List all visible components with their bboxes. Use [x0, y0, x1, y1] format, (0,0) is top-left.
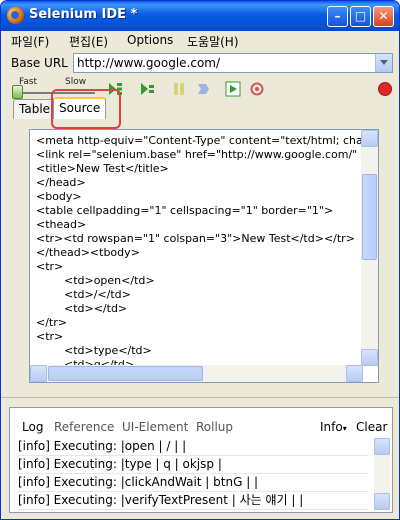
url-dropdown-button[interactable]: [375, 54, 392, 72]
horizontal-scroll-thumb[interactable]: [48, 366, 203, 381]
menu-bar: 파일(F) 편집(E) Options 도움말(H): [1, 31, 399, 51]
code-line: </tr>: [36, 316, 67, 329]
code-line: <tr>: [36, 260, 64, 273]
minimize-button[interactable]: –: [327, 6, 348, 27]
step-icon[interactable]: [195, 81, 211, 97]
log-line: [info] Executing: |type | q | okjsp |: [18, 456, 368, 474]
log-scroll-down-icon[interactable]: [374, 493, 390, 510]
code-line: <tr>: [36, 330, 64, 343]
base-url-input[interactable]: [77, 55, 367, 71]
code-line: <td>/</td>: [36, 288, 131, 301]
log-tab-reference[interactable]: Reference: [54, 420, 114, 434]
pane-splitter[interactable]: [1, 397, 399, 405]
code-line: <title>New Test</title>: [36, 162, 169, 175]
log-panel: Log Reference UI-Element Rollup Info▾ Cl…: [9, 407, 393, 513]
code-line: <td></td>: [36, 302, 128, 315]
test-runner-icon[interactable]: [225, 81, 241, 97]
base-url-combobox[interactable]: [73, 53, 393, 73]
menu-help[interactable]: 도움말(H): [187, 33, 239, 50]
log-lines: [info] Executing: |open | / | | [info] E…: [18, 438, 368, 510]
scroll-right-icon[interactable]: [346, 365, 363, 382]
source-editor[interactable]: <meta http-equiv="Content-Type" content=…: [29, 129, 379, 383]
menu-edit[interactable]: 편집(E): [69, 33, 108, 50]
editor-vertical-scrollbar[interactable]: [361, 130, 378, 366]
log-info-dropdown[interactable]: Info▾: [320, 420, 347, 434]
code-line: <link rel="selenium.base" href="http://w…: [36, 148, 365, 161]
firefox-icon: [7, 7, 24, 24]
code-line: <td>open</td>: [36, 274, 155, 287]
log-line: [info] Executing: |clickAndWait | btnG |…: [18, 474, 368, 492]
log-tab-log[interactable]: Log: [22, 420, 43, 434]
scroll-up-icon[interactable]: [361, 130, 378, 147]
pause-icon[interactable]: [171, 81, 187, 97]
minimize-icon: –: [334, 9, 341, 23]
menu-options[interactable]: Options: [127, 33, 173, 47]
rollup-icon[interactable]: [249, 81, 265, 97]
log-clear-button[interactable]: Clear: [356, 420, 387, 434]
log-line: [info] Executing: |open | / | |: [18, 438, 368, 456]
speed-slow-label: Slow: [65, 77, 87, 87]
speed-slider-handle[interactable]: [12, 85, 23, 99]
scroll-down-icon[interactable]: [361, 349, 378, 366]
code-line: <tr><td rowspan="1" colspan="3">New Test…: [36, 232, 355, 245]
vertical-scroll-thumb[interactable]: [362, 174, 377, 260]
selenium-ide-window: Selenium IDE * – □ ✕ 파일(F) 편집(E) Options…: [0, 0, 400, 520]
tab-table-label: Table: [19, 102, 51, 116]
code-line: <td>type</td>: [36, 344, 152, 357]
base-url-label: Base URL: [11, 56, 68, 70]
log-scroll-up-icon[interactable]: [374, 438, 390, 455]
play-current-icon[interactable]: [139, 81, 155, 97]
maximize-button[interactable]: □: [350, 6, 371, 27]
close-button[interactable]: ✕: [373, 6, 394, 27]
info-label: Info: [320, 420, 343, 434]
log-vertical-scrollbar[interactable]: [374, 438, 390, 510]
code-line: <table cellpadding="1" cellspacing="1" b…: [36, 204, 334, 217]
log-tab-ui-element[interactable]: UI-Element: [122, 420, 188, 434]
menu-file[interactable]: 파일(F): [11, 33, 49, 50]
code-line: <meta http-equiv="Content-Type" content=…: [36, 134, 373, 147]
source-tab-highlight: [51, 89, 121, 129]
code-line: <thead>: [36, 218, 87, 231]
log-line: [info] Executing: |verifyTextPresent | 사…: [18, 492, 368, 510]
close-icon: ✕: [378, 9, 389, 23]
log-tab-rollup[interactable]: Rollup: [196, 420, 233, 434]
chevron-down-icon: ▾: [342, 424, 347, 433]
maximize-icon: □: [354, 9, 367, 23]
title-bar[interactable]: Selenium IDE * – □ ✕: [1, 1, 399, 31]
code-line: <body>: [36, 190, 82, 203]
window-title: Selenium IDE *: [29, 7, 138, 22]
editor-horizontal-scrollbar[interactable]: [30, 365, 363, 382]
code-line: </head>: [36, 176, 86, 189]
code-line: </thead><tbody>: [36, 246, 140, 259]
scroll-left-icon[interactable]: [30, 365, 47, 382]
record-icon[interactable]: [377, 81, 393, 97]
tab-table[interactable]: Table: [13, 99, 57, 119]
